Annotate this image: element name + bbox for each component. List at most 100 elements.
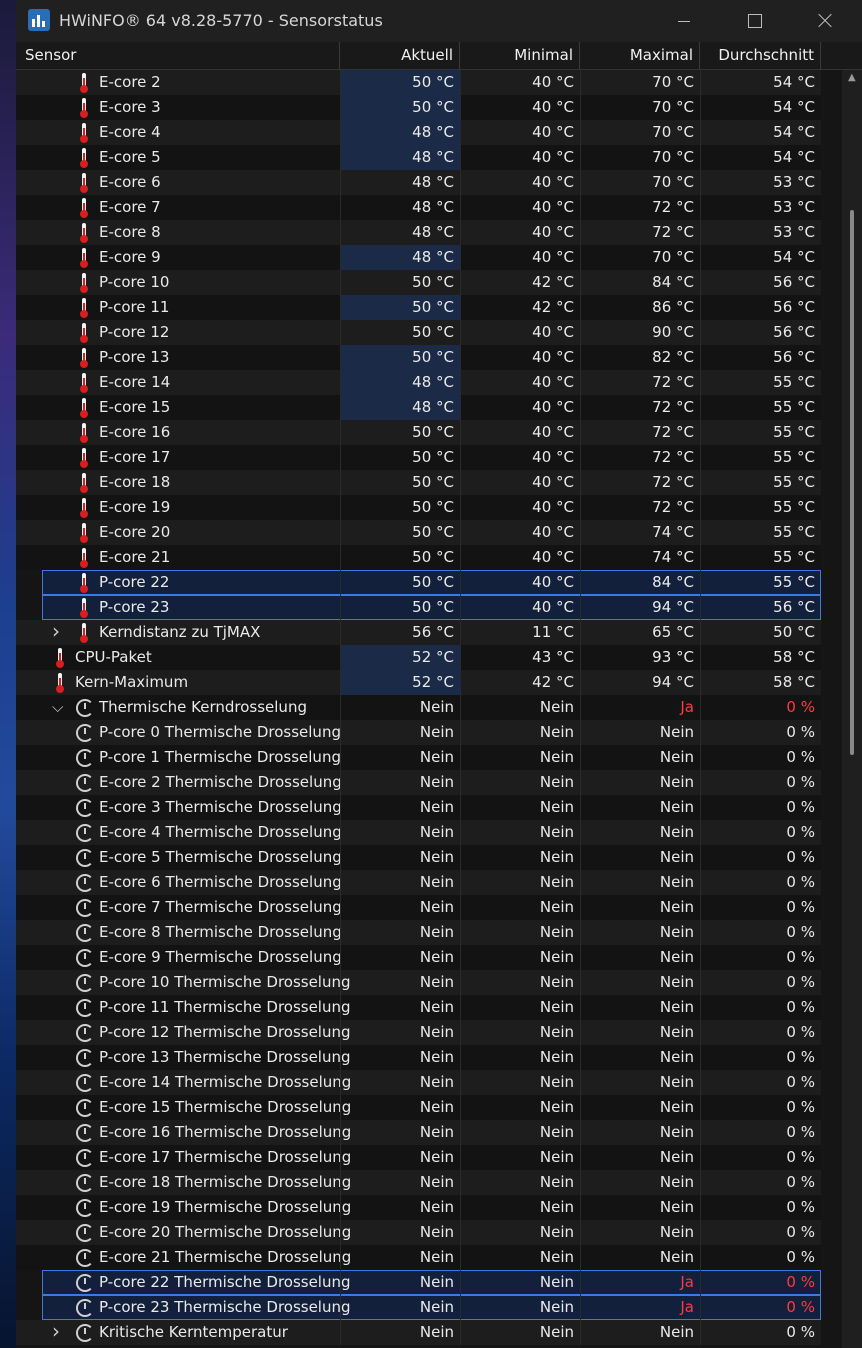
value-durchschnitt: 0 %: [700, 845, 821, 870]
table-row[interactable]: E-core 18 Thermische Drosselung Nein Nein N…: [16, 1170, 821, 1195]
table-row[interactable]: P-core 13 50 °C 40 °C 82 °C 56 °C: [16, 345, 821, 370]
chevron-down-icon[interactable]: ⌵: [52, 695, 63, 720]
table-row[interactable]: E-core 6 Thermische Drosselung Nein Nein Ne…: [16, 870, 821, 895]
maximize-button[interactable]: [724, 0, 784, 42]
value-maximal: 70 °C: [580, 245, 700, 270]
table-row[interactable]: E-core 19 Thermische Drosselung Nein Nein N…: [16, 1195, 821, 1220]
table-row[interactable]: ⌵ Thermische Kerndrosselung Nein Nein Ja 0 %: [16, 695, 821, 720]
table-row[interactable]: P-core 13 Thermische Drosselung Nein Nein N…: [16, 1045, 821, 1070]
table-row[interactable]: E-core 2 50 °C 40 °C 70 °C 54 °C: [16, 70, 821, 95]
value-aktuell: Nein: [340, 1295, 460, 1320]
table-row[interactable]: E-core 6 48 °C 40 °C 70 °C 53 °C: [16, 170, 821, 195]
table-row[interactable]: P-core 12 50 °C 40 °C 90 °C 56 °C: [16, 320, 821, 345]
table-row[interactable]: E-core 15 48 °C 40 °C 72 °C 55 °C: [16, 395, 821, 420]
clock-icon: [76, 1274, 94, 1292]
table-row[interactable]: P-core 11 50 °C 42 °C 86 °C 56 °C: [16, 295, 821, 320]
table-row[interactable]: P-core 23 50 °C 40 °C 94 °C 56 °C: [42, 595, 821, 620]
table-row[interactable]: E-core 8 48 °C 40 °C 72 °C 53 °C: [16, 220, 821, 245]
value-durchschnitt: 0 %: [700, 995, 821, 1020]
sensor-label: E-core 17: [99, 448, 171, 466]
value-aktuell: 48 °C: [340, 395, 460, 420]
thermometer-icon: [80, 473, 88, 493]
close-button[interactable]: [794, 0, 854, 42]
table-row[interactable]: E-core 5 48 °C 40 °C 70 °C 54 °C: [16, 145, 821, 170]
table-row[interactable]: E-core 8 Thermische Drosselung Nein Nein Ne…: [16, 920, 821, 945]
value-aktuell: 50 °C: [340, 320, 460, 345]
table-row[interactable]: E-core 3 50 °C 40 °C 70 °C 54 °C: [16, 95, 821, 120]
table-row[interactable]: E-core 16 Thermische Drosselung Nein Nein N…: [16, 1120, 821, 1145]
table-row[interactable]: E-core 5 Thermische Drosselung Nein Nein Ne…: [16, 845, 821, 870]
table-row[interactable]: E-core 3 Thermische Drosselung Nein Nein Ne…: [16, 795, 821, 820]
minimize-button[interactable]: [654, 0, 714, 42]
column-header-sensor[interactable]: Sensor: [16, 42, 340, 69]
thermometer-icon: [56, 673, 64, 693]
table-row[interactable]: E-core 2 Thermische Drosselung Nein Nein Ne…: [16, 770, 821, 795]
value-minimal: Nein: [460, 1320, 580, 1345]
table-row[interactable]: Kern-Maximum 52 °C 42 °C 94 °C 58 °C: [16, 670, 821, 695]
value-minimal: Nein: [460, 1245, 580, 1270]
value-aktuell: Nein: [340, 695, 460, 720]
title-bar[interactable]: HWiNFO® 64 v8.28-5770 - Sensorstatus: [16, 0, 862, 42]
value-aktuell: 50 °C: [340, 420, 460, 445]
value-maximal: Nein: [580, 1095, 700, 1120]
table-row[interactable]: E-core 15 Thermische Drosselung Nein Nein N…: [16, 1095, 821, 1120]
sensor-label: E-core 7: [99, 198, 161, 216]
table-row[interactable]: P-core 0 Thermische Drosselung Nein Nein Ne…: [16, 720, 821, 745]
table-row[interactable]: CPU-Paket 52 °C 43 °C 93 °C 58 °C: [16, 645, 821, 670]
value-maximal: Nein: [580, 945, 700, 970]
sensor-label: E-core 21: [99, 548, 171, 566]
thermometer-icon: [80, 598, 88, 618]
scroll-up-icon[interactable]: ▲: [848, 72, 856, 83]
table-row[interactable]: › Kritische Kerntemperatur Nein Nein Nein 0 %: [16, 1320, 821, 1345]
value-minimal: Nein: [460, 695, 580, 720]
value-maximal: 72 °C: [580, 195, 700, 220]
clock-icon: [76, 1074, 94, 1092]
thermometer-icon: [80, 73, 88, 93]
column-header-durchschnitt[interactable]: Durchschnitt: [700, 42, 821, 69]
table-row[interactable]: E-core 4 48 °C 40 °C 70 °C 54 °C: [16, 120, 821, 145]
table-row[interactable]: E-core 4 Thermische Drosselung Nein Nein Ne…: [16, 820, 821, 845]
table-row[interactable]: E-core 9 48 °C 40 °C 70 °C 54 °C: [16, 245, 821, 270]
table-row[interactable]: P-core 10 50 °C 42 °C 84 °C 56 °C: [16, 270, 821, 295]
table-row[interactable]: E-core 21 Thermische Drosselung Nein Nein N…: [16, 1245, 821, 1270]
table-row[interactable]: E-core 14 Thermische Drosselung Nein Nein N…: [16, 1070, 821, 1095]
table-row[interactable]: E-core 17 50 °C 40 °C 72 °C 55 °C: [16, 445, 821, 470]
table-row[interactable]: E-core 20 Thermische Drosselung Nein Nein N…: [16, 1220, 821, 1245]
value-minimal: 40 °C: [460, 145, 580, 170]
scrollbar-thumb[interactable]: [850, 210, 854, 755]
table-row[interactable]: P-core 22 Thermische Drosselung Nein Nein J…: [42, 1270, 821, 1295]
value-minimal: 40 °C: [460, 470, 580, 495]
table-row[interactable]: P-core 12 Thermische Drosselung Nein Nein N…: [16, 1020, 821, 1045]
clock-icon: [76, 849, 94, 867]
table-row[interactable]: E-core 16 50 °C 40 °C 72 °C 55 °C: [16, 420, 821, 445]
table-row[interactable]: E-core 7 48 °C 40 °C 72 °C 53 °C: [16, 195, 821, 220]
table-row[interactable]: P-core 10 Thermische Drosselung Nein Nein N…: [16, 970, 821, 995]
value-aktuell: 50 °C: [340, 545, 460, 570]
table-row[interactable]: P-core 11 Thermische Drosselung Nein Nein N…: [16, 995, 821, 1020]
column-header-row: Sensor Aktuell Minimal Maximal Durchschn…: [16, 42, 862, 70]
table-row[interactable]: P-core 22 50 °C 40 °C 84 °C 55 °C: [42, 570, 821, 595]
table-row[interactable]: E-core 9 Thermische Drosselung Nein Nein Ne…: [16, 945, 821, 970]
table-row[interactable]: E-core 19 50 °C 40 °C 72 °C 55 °C: [16, 495, 821, 520]
value-maximal: 82 °C: [580, 345, 700, 370]
table-row[interactable]: E-core 20 50 °C 40 °C 74 °C 55 °C: [16, 520, 821, 545]
table-row[interactable]: E-core 7 Thermische Drosselung Nein Nein Ne…: [16, 895, 821, 920]
table-row[interactable]: E-core 17 Thermische Drosselung Nein Nein N…: [16, 1145, 821, 1170]
value-durchschnitt: 0 %: [700, 1070, 821, 1095]
table-row[interactable]: E-core 14 48 °C 40 °C 72 °C 55 °C: [16, 370, 821, 395]
value-aktuell: Nein: [340, 1245, 460, 1270]
table-row[interactable]: › Kerndistanz zu TjMAX 56 °C 11 °C 65 °C 50 °…: [16, 620, 821, 645]
clock-icon: [76, 1049, 94, 1067]
column-header-maximal[interactable]: Maximal: [580, 42, 700, 69]
column-header-aktuell[interactable]: Aktuell: [340, 42, 460, 69]
value-durchschnitt: 55 °C: [700, 520, 821, 545]
chevron-right-icon[interactable]: ›: [52, 1320, 60, 1345]
vertical-scrollbar[interactable]: ▲: [842, 70, 862, 1348]
table-row[interactable]: P-core 1 Thermische Drosselung Nein Nein Ne…: [16, 745, 821, 770]
table-row[interactable]: E-core 18 50 °C 40 °C 72 °C 55 °C: [16, 470, 821, 495]
table-row[interactable]: E-core 21 50 °C 40 °C 74 °C 55 °C: [16, 545, 821, 570]
chevron-right-icon[interactable]: ›: [52, 620, 60, 645]
thermometer-icon: [80, 198, 88, 218]
table-row[interactable]: P-core 23 Thermische Drosselung Nein Nein J…: [42, 1295, 821, 1320]
column-header-minimal[interactable]: Minimal: [460, 42, 580, 69]
